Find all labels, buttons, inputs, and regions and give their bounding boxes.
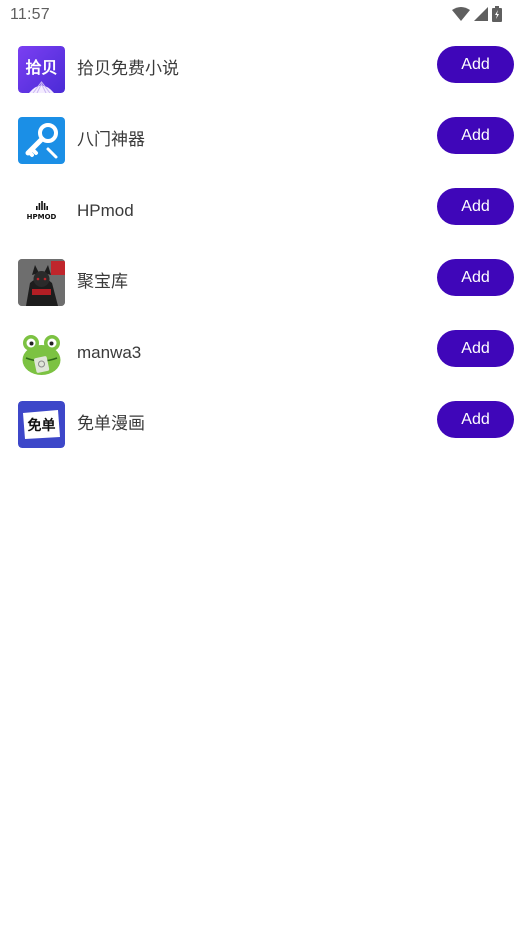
shibei-icon-text: 拾贝 (25, 58, 57, 77)
add-button[interactable]: Add (437, 401, 514, 438)
add-button[interactable]: Add (437, 117, 514, 154)
app-name: 八门神器 (77, 130, 145, 149)
list-item[interactable]: manwa3 Add (0, 318, 532, 389)
status-icons (452, 6, 502, 22)
jubaoku-app-icon (18, 259, 65, 306)
hpmod-icon-text: HPMOD (27, 213, 57, 221)
shibei-app-icon: 拾贝 (18, 46, 65, 93)
frog-app-icon (18, 330, 65, 377)
app-name: 聚宝库 (77, 272, 128, 291)
add-button[interactable]: Add (437, 46, 514, 83)
battery-charging-icon (492, 6, 502, 22)
status-time: 11:57 (10, 6, 50, 23)
hpmod-app-icon: HPMOD (18, 188, 65, 235)
list-item[interactable]: 八门神器 Add (0, 105, 532, 176)
miandan-icon-text: 免单 (28, 417, 56, 434)
app-list: 拾贝 拾贝免费小说 Add 八门神器 Add HPMOD HPmod Add 聚… (0, 34, 532, 460)
add-button[interactable]: Add (437, 330, 514, 367)
list-item[interactable]: 拾贝 拾贝免费小说 Add (0, 34, 532, 105)
add-button[interactable]: Add (437, 188, 514, 225)
list-item[interactable]: HPMOD HPmod Add (0, 176, 532, 247)
wifi-icon (452, 7, 470, 21)
list-item[interactable]: 聚宝库 Add (0, 247, 532, 318)
cell-signal-icon (474, 7, 488, 21)
bamen-key-app-icon (18, 117, 65, 164)
status-bar: 11:57 (0, 0, 532, 30)
app-name: 拾贝免费小说 (77, 59, 179, 78)
app-name: 免单漫画 (77, 414, 145, 433)
app-name: manwa3 (77, 343, 142, 362)
list-item[interactable]: 免单 免单漫画 Add (0, 389, 532, 460)
app-name: HPmod (77, 201, 134, 220)
miandan-app-icon: 免单 (18, 401, 65, 448)
add-button[interactable]: Add (437, 259, 514, 296)
